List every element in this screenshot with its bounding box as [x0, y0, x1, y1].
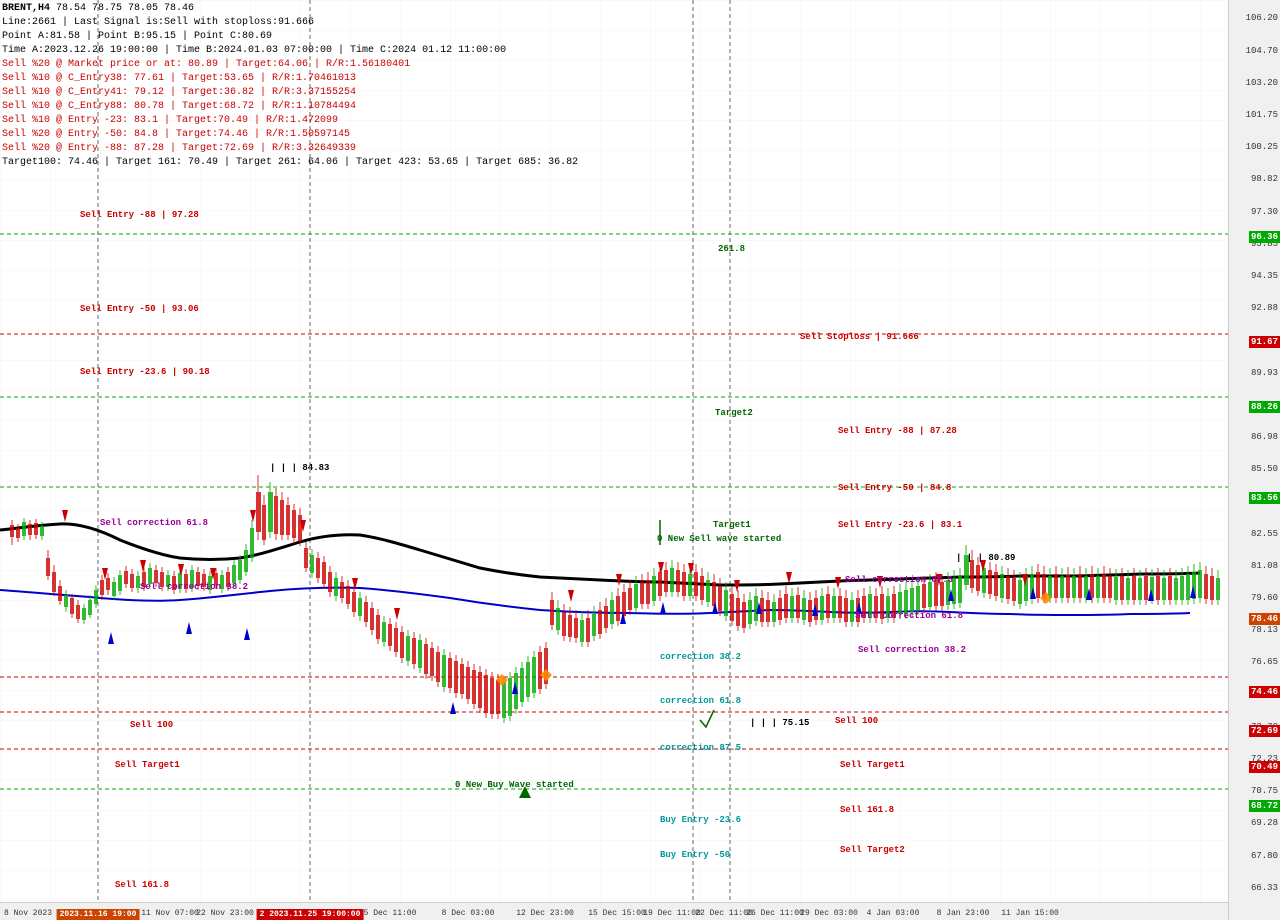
- time-dec12: 12 Dec 23:00: [516, 909, 574, 918]
- price-highlight-current: 78.46: [1249, 613, 1280, 625]
- price-7075: 70.75: [1251, 786, 1278, 796]
- time-jan4: 4 Jan 03:00: [867, 909, 920, 918]
- price-9288: 92.88: [1251, 303, 1278, 313]
- time-nov8: 8 Nov 2023: [4, 909, 52, 918]
- chart-svg: [0, 0, 1228, 902]
- price-10025: 100.25: [1246, 142, 1278, 152]
- time-dec5: 5 Dec 11:00: [364, 909, 417, 918]
- price-8108: 81.08: [1251, 561, 1278, 571]
- chart-area: Sell Entry -88 | 97.28 Sell Entry -50 | …: [0, 0, 1228, 902]
- price-axis: 106.20 104.70 103.20 101.75 100.25 98.82…: [1228, 0, 1280, 920]
- time-nov22: 22 Nov 23:00: [196, 909, 254, 918]
- price-highlight-6872: 68.72: [1249, 800, 1280, 812]
- price-9730: 97.30: [1251, 207, 1278, 217]
- time-nov11: 11 Nov 07:00: [141, 909, 199, 918]
- price-highlight-7446: 74.46: [1249, 686, 1280, 698]
- chart-container: Sell Entry -88 | 97.28 Sell Entry -50 | …: [0, 0, 1280, 920]
- time-dec26: 26 Dec 11:00: [746, 909, 804, 918]
- time-nov25-highlight: 2 2023.11.25 19:00:00: [257, 909, 364, 920]
- price-10320: 103.20: [1246, 78, 1278, 88]
- price-6928: 69.28: [1251, 818, 1278, 828]
- time-dec22: 22 Dec 11:00: [695, 909, 753, 918]
- price-6633: 66.33: [1251, 883, 1278, 893]
- price-highlight-7049: 70.49: [1249, 761, 1280, 773]
- price-highlight-8356: 83.56: [1249, 492, 1280, 504]
- time-dec19: 19 Dec 11:00: [643, 909, 701, 918]
- price-highlight-7269: 72.69: [1249, 725, 1280, 737]
- time-jan8: 8 Jan 23:00: [937, 909, 990, 918]
- time-jan11: 11 Jan 15:00: [1001, 909, 1059, 918]
- price-10470: 104.70: [1246, 46, 1278, 56]
- price-8550: 85.50: [1251, 464, 1278, 474]
- price-8993: 89.93: [1251, 368, 1278, 378]
- price-highlight-8826: 88.26: [1249, 401, 1280, 413]
- time-axis: 8 Nov 2023 2023.11.16 19:00 11 Nov 07:00…: [0, 902, 1228, 920]
- time-nov16-highlight: 2023.11.16 19:00: [57, 909, 140, 920]
- price-highlight-9167: 91.67: [1249, 336, 1280, 348]
- price-8698: 86.98: [1251, 432, 1278, 442]
- time-dec8: 8 Dec 03:00: [442, 909, 495, 918]
- price-highlight-9636: 96.36: [1249, 231, 1280, 243]
- price-9435: 94.35: [1251, 271, 1278, 281]
- price-8255: 82.55: [1251, 529, 1278, 539]
- price-10175: 101.75: [1246, 110, 1278, 120]
- price-7813: 78.13: [1251, 625, 1278, 635]
- price-7960: 79.60: [1251, 593, 1278, 603]
- price-6780: 67.80: [1251, 851, 1278, 861]
- price-9882: 98.82: [1251, 174, 1278, 184]
- price-10620: 106.20: [1246, 13, 1278, 23]
- time-dec29: 29 Dec 03:00: [800, 909, 858, 918]
- price-7665: 76.65: [1251, 657, 1278, 667]
- time-dec15: 15 Dec 15:00: [588, 909, 646, 918]
